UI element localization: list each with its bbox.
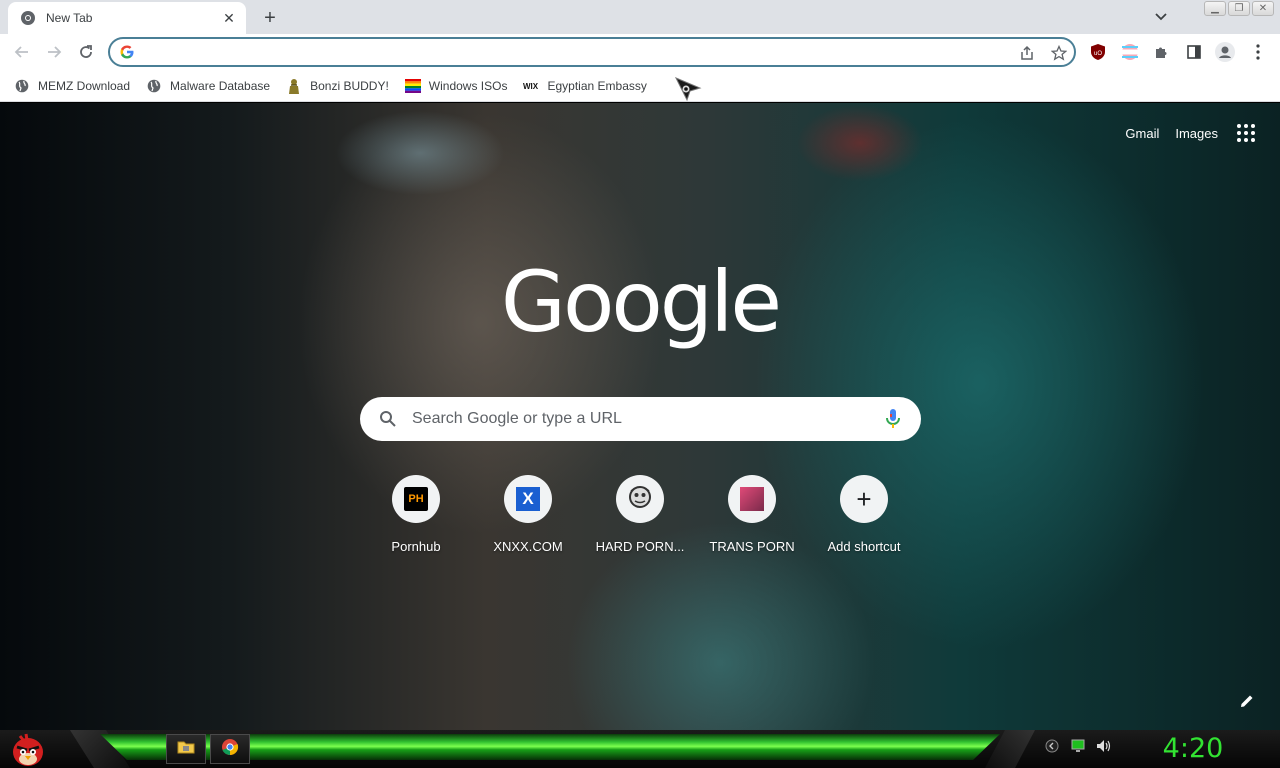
tab-strip: New Tab ✕ + ▁ ❐ ✕ (0, 0, 1280, 34)
globe-icon (146, 78, 162, 94)
shortcut-tile (728, 475, 776, 523)
restore-button[interactable]: ❐ (1228, 1, 1250, 16)
taskbar-clock[interactable]: 4:20 AM (1138, 733, 1248, 768)
window-controls: ▁ ❐ ✕ (1204, 1, 1274, 16)
system-tray (1044, 738, 1112, 754)
shortcut-tile (616, 475, 664, 523)
shortcut-xnxx[interactable]: X XNXX.COM (472, 475, 584, 565)
profile-avatar-icon[interactable] (1215, 42, 1235, 62)
bookmark-label: Malware Database (170, 78, 271, 93)
shortcut-label: HARD PORN... (595, 539, 685, 554)
svg-text:WIX: WIX (523, 82, 539, 91)
shortcut-tile: PH (392, 475, 440, 523)
bookmark-malware-database[interactable]: Malware Database (146, 73, 270, 99)
share-icon[interactable] (1018, 44, 1036, 62)
bookmark-label: Bonzi BUDDY! (310, 78, 389, 93)
address-input[interactable] (142, 42, 1002, 62)
network-icon[interactable] (1070, 738, 1086, 754)
folder-icon (177, 739, 195, 760)
rainbow-flag-icon (404, 78, 421, 94)
new-tab-button[interactable]: + (258, 6, 282, 30)
tab-title: New Tab (46, 11, 93, 25)
apps-grid-icon[interactable] (1234, 121, 1258, 145)
customize-pencil-icon[interactable] (1238, 692, 1256, 710)
add-shortcut-button[interactable]: + Add shortcut (808, 475, 920, 565)
bonzi-icon (286, 78, 302, 94)
bookmark-windows-isos[interactable]: Windows ISOs (404, 73, 508, 99)
toolbar: uO (0, 34, 1280, 70)
close-tab-icon[interactable]: ✕ (220, 9, 238, 27)
taskbar-explorer[interactable] (166, 734, 206, 764)
back-icon[interactable] (10, 40, 34, 64)
shortcut-trans-porn[interactable]: TRANS PORN (696, 475, 808, 565)
extension-flag-icon[interactable] (1120, 42, 1140, 62)
tab-search-icon[interactable] (1150, 6, 1172, 28)
ublock-icon[interactable]: uO (1088, 42, 1108, 62)
bookmark-label: Windows ISOs (428, 78, 508, 93)
volume-icon[interactable] (1096, 738, 1112, 754)
pornhub-icon: PH (404, 487, 428, 511)
side-panel-icon[interactable] (1184, 42, 1204, 62)
search-icon (378, 409, 398, 429)
wix-icon: WIX (523, 78, 539, 94)
search-box[interactable]: Search Google or type a URL (360, 397, 921, 441)
bookmark-label: MEMZ Download (38, 78, 131, 93)
microphone-icon[interactable] (883, 407, 903, 431)
top-links: Gmail Images (1125, 121, 1258, 145)
bookmark-memz-download[interactable]: MEMZ Download (14, 73, 130, 99)
bookmark-egyptian-embassy[interactable]: WIX Egyptian Embassy (523, 73, 646, 99)
taskbar-chrome[interactable] (210, 734, 250, 764)
search-placeholder: Search Google or type a URL (412, 410, 622, 427)
svg-text:uO: uO (1094, 51, 1102, 57)
google-g-icon (119, 44, 135, 60)
new-tab-page: Gmail Images Google Search Google or typ… (0, 103, 1280, 730)
menu-kebab-icon[interactable] (1248, 42, 1268, 62)
shortcut-hard-porn[interactable]: HARD PORN... (584, 475, 696, 565)
address-bar[interactable] (108, 37, 1076, 67)
gmail-link[interactable]: Gmail (1125, 126, 1159, 141)
xnxx-icon: X (516, 487, 540, 511)
shortcut-label: Pornhub (391, 539, 441, 554)
shortcut-pornhub[interactable]: PH Pornhub (360, 475, 472, 565)
mascot-face-icon (628, 485, 652, 514)
shortcuts-grid: PH Pornhub X XNXX.COM HARD PORN... TRANS… (360, 475, 920, 565)
shortcut-label: Add shortcut (827, 539, 901, 554)
bookmark-label: Egyptian Embassy (547, 78, 647, 93)
extensions-puzzle-icon[interactable] (1152, 42, 1172, 62)
google-logo: Google (500, 253, 782, 351)
images-link[interactable]: Images (1175, 126, 1218, 141)
shortcut-label: XNXX.COM (493, 539, 563, 554)
forward-icon[interactable] (42, 40, 66, 64)
reload-icon[interactable] (74, 40, 98, 64)
shortcut-tile: X (504, 475, 552, 523)
chrome-icon (20, 10, 36, 26)
plus-icon: + (856, 484, 872, 514)
tab-new-tab[interactable]: New Tab ✕ (8, 2, 246, 34)
bookmarks-bar: MEMZ Download Malware Database Bonzi BUD… (0, 70, 1280, 102)
close-window-button[interactable]: ✕ (1252, 1, 1274, 16)
globe-icon (14, 78, 30, 94)
shortcut-label: TRANS PORN (709, 539, 795, 554)
start-button[interactable] (8, 730, 48, 768)
bookmark-star-icon[interactable] (1050, 44, 1068, 62)
chrome-icon (221, 738, 239, 761)
minimize-button[interactable]: ▁ (1204, 1, 1226, 16)
bookmark-bonzi-buddy[interactable]: Bonzi BUDDY! (286, 73, 389, 99)
mouse-cursor-icon (674, 76, 702, 102)
show-hidden-icons-icon[interactable] (1044, 738, 1060, 754)
taskbar: 4:20 AM (0, 730, 1280, 768)
shortcut-tile: + (840, 475, 888, 523)
site-thumbnail-icon (740, 487, 764, 511)
